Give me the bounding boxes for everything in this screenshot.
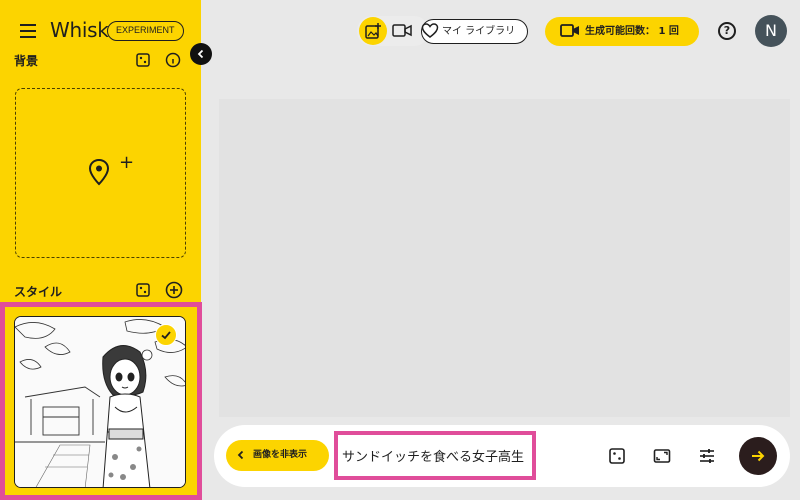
chevron-left-icon [237, 450, 244, 460]
output-canvas [219, 99, 790, 417]
dice-icon[interactable] [135, 52, 151, 68]
location-pin-icon [88, 158, 110, 186]
video-mode-icon[interactable] [392, 22, 412, 40]
prompt-input[interactable] [342, 440, 532, 470]
add-scene-icon: + [119, 152, 135, 173]
image-plus-icon [365, 23, 381, 39]
collapse-sidebar-button[interactable] [190, 43, 212, 65]
dice-icon[interactable] [135, 282, 151, 298]
dice-icon[interactable] [608, 447, 626, 465]
user-avatar[interactable]: N [755, 15, 787, 47]
help-icon[interactable]: ? [718, 22, 736, 40]
image-mode-button[interactable] [359, 17, 387, 45]
scene-section-title: 背景 [14, 54, 39, 68]
chevron-left-icon [197, 49, 204, 59]
add-circle-icon[interactable] [165, 281, 183, 299]
experiment-badge: EXPERIMENT [107, 21, 184, 41]
selected-check-icon [155, 324, 177, 346]
aspect-ratio-icon[interactable] [653, 447, 671, 465]
menu-icon[interactable] [20, 24, 36, 38]
info-icon[interactable] [165, 52, 181, 68]
settings-sliders-icon[interactable] [698, 447, 716, 465]
arrow-right-icon [752, 450, 765, 462]
heart-icon [421, 23, 439, 38]
style-section-title: スタイル [14, 285, 63, 299]
submit-button[interactable] [739, 437, 777, 475]
video-credit-icon [560, 24, 579, 37]
app-logo: Whisk [50, 18, 109, 42]
